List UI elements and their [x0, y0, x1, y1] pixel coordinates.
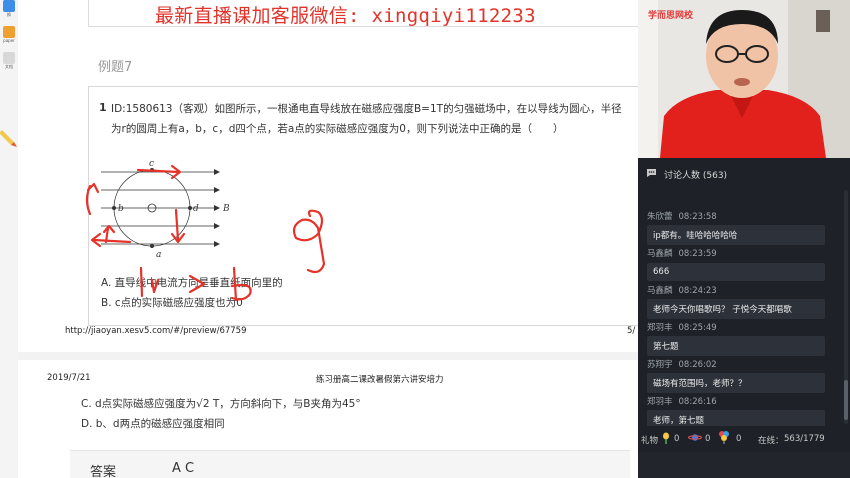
point-a — [150, 244, 154, 248]
document-viewer[interactable]: 最新直播课加客服微信: xingqiyi112233 例题7 1 ID:1580… — [18, 0, 645, 478]
page-number: 5/ — [627, 326, 636, 336]
magnetic-field-diagram: c b d a B — [101, 159, 230, 260]
watermark-text: 最新直播课加客服微信: xingqiyi112233 — [155, 5, 536, 27]
chat-message: 郑羽丰 08:26:16 老师，第七题 — [647, 395, 825, 426]
document-page-2: 2019/7/21 练习册高二课改暑假第六讲安培力 C. d点实际磁感应强度为√… — [18, 360, 638, 478]
video-frame — [638, 0, 850, 158]
arrowhead — [214, 205, 220, 211]
tool-paper[interactable]: paper — [2, 26, 16, 43]
message-user: 朱欣蕾 — [647, 212, 673, 222]
message-user: 郑羽丰 — [647, 323, 673, 333]
label-B: B — [222, 204, 230, 214]
chat-scrollbar[interactable] — [844, 190, 848, 424]
gift-planet-icon[interactable] — [688, 433, 702, 442]
message-text: 磁场有范围吗，老师？？ — [647, 373, 825, 393]
message-text: ip都有。哇哈哈哈哈哈 — [647, 225, 825, 245]
message-text: 第七题 — [647, 336, 825, 356]
page-date: 2019/7/21 — [47, 373, 91, 383]
message-time: 08:23:59 — [678, 249, 717, 259]
chat-message-list[interactable]: 朱欣蕾 08:23:58 ip都有。哇哈哈哈哈哈 马鑫麟 08:23:59 666 … — [638, 186, 850, 426]
message-text: 666 — [647, 263, 825, 281]
tool-document-label: 文档 — [5, 64, 13, 69]
tool-document[interactable]: 文档 — [2, 52, 16, 70]
message-time: 08:25:49 — [678, 323, 717, 333]
tool-switch-label: 换 — [7, 12, 11, 17]
option-c[interactable]: C. d点实际磁感应强度为√2 T，方向斜向下，与B夹角为45° — [81, 396, 361, 411]
message-time: 08:26:16 — [678, 397, 717, 407]
chat-message: 马鑫麟 08:24:23 老师今天你唱歌吗？ 子悦今天都唱歌 — [647, 284, 825, 319]
page-header: 练习册高二课改暑假第六讲安培力 — [316, 375, 444, 385]
gift-flower-icon[interactable] — [662, 432, 670, 444]
point-d — [188, 206, 192, 210]
message-user: 马鑫麟 — [647, 249, 673, 259]
question-card: 1 ID:1580613（客观）如图所示，一根通电直导线放在磁感应强度B=1T的… — [88, 86, 645, 326]
brand-logo: 学而思网校 — [648, 11, 694, 21]
message-user: 郑羽丰 — [647, 397, 673, 407]
live-panel: 学而思网校 讨论人数 (563) 朱欣蕾 08:23:58 ip都有。哇哈哈哈哈哈… — [638, 0, 850, 478]
gift-balloon-icon[interactable] — [718, 430, 730, 444]
chat-bubble-icon — [647, 169, 656, 177]
example-title: 例题7 — [98, 60, 133, 75]
gift-count: 0 — [705, 434, 711, 444]
gift-count: 0 — [674, 434, 680, 444]
paper-icon — [3, 26, 15, 38]
message-time: 08:23:58 — [678, 212, 717, 222]
message-user: 苏翔宇 — [647, 360, 673, 370]
point-b — [112, 206, 116, 210]
gift-count: 0 — [736, 434, 742, 444]
answer-value: A C — [172, 461, 195, 476]
tool-sidebar: 换 paper 文档 — [0, 0, 19, 478]
document-icon — [3, 52, 15, 64]
gift-label: 礼物 — [641, 436, 659, 446]
document-page-1: 最新直播课加客服微信: xingqiyi112233 例题7 1 ID:1580… — [18, 0, 645, 352]
chat-message: 马鑫麟 08:23:59 666 — [647, 247, 825, 281]
label-a: a — [156, 250, 161, 260]
message-time: 08:24:23 — [678, 286, 717, 296]
live-class-window: 换 paper 文档 最新直播课加客服微信: xingqiyi112233 例题… — [0, 0, 850, 478]
option-d[interactable]: D. b、d两点的磁感应强度相同 — [81, 416, 225, 431]
message-text: 老师，第七题 — [647, 410, 825, 426]
switch-icon — [3, 0, 15, 12]
label-b: b — [118, 204, 124, 214]
answer-box: 答案 A C — [70, 450, 630, 478]
arrowhead — [214, 187, 220, 193]
chat-title: 讨论人数 (563) — [664, 171, 728, 181]
answer-label: 答案 — [90, 465, 117, 478]
message-user: 马鑫麟 — [647, 286, 673, 296]
teacher-video: 学而思网校 — [638, 0, 850, 158]
arrowhead — [214, 223, 220, 229]
watermark-banner: 最新直播课加客服微信: xingqiyi112233 — [88, 0, 645, 27]
chat-scrollbar-thumb[interactable] — [844, 380, 848, 420]
pencil-icon[interactable] — [0, 128, 18, 148]
arrowhead — [214, 169, 220, 175]
option-a[interactable]: A. 直导线中电流方向是垂直纸面向里的 — [101, 275, 283, 290]
gift-bar: 礼物 0 0 0 在线： 563/1779 — [638, 428, 850, 450]
chat-header: 讨论人数 (563) — [638, 163, 850, 185]
chat-message: 朱欣蕾 08:23:58 ip都有。哇哈哈哈哈哈 — [647, 210, 825, 245]
input-bar — [638, 452, 850, 478]
arrowhead — [214, 241, 220, 247]
label-c: c — [149, 159, 154, 169]
chat-message: 郑羽丰 08:25:49 第七题 — [647, 321, 825, 356]
online-label: 在线： — [758, 436, 784, 446]
message-time: 08:26:02 — [678, 360, 717, 370]
message-text: 老师今天你唱歌吗？ 子悦今天都唱歌 — [647, 299, 825, 319]
tool-switch[interactable]: 换 — [2, 0, 16, 18]
question-text: ID:1580613（客观）如图所示，一根通电直导线放在磁感应强度B=1T的匀强… — [111, 103, 622, 135]
chat-message: 苏翔宇 08:26:02 磁场有范围吗，老师？？ — [647, 358, 825, 393]
tool-paper-label: paper — [3, 38, 15, 43]
online-count: 563/1779 — [784, 434, 825, 444]
page-url: http://jiaoyan.xesv5.com/#/preview/67759 — [65, 326, 247, 336]
label-d: d — [193, 204, 199, 214]
option-b[interactable]: B. c点的实际磁感应强度也为0 — [101, 295, 243, 310]
question-number: 1 — [99, 101, 107, 114]
